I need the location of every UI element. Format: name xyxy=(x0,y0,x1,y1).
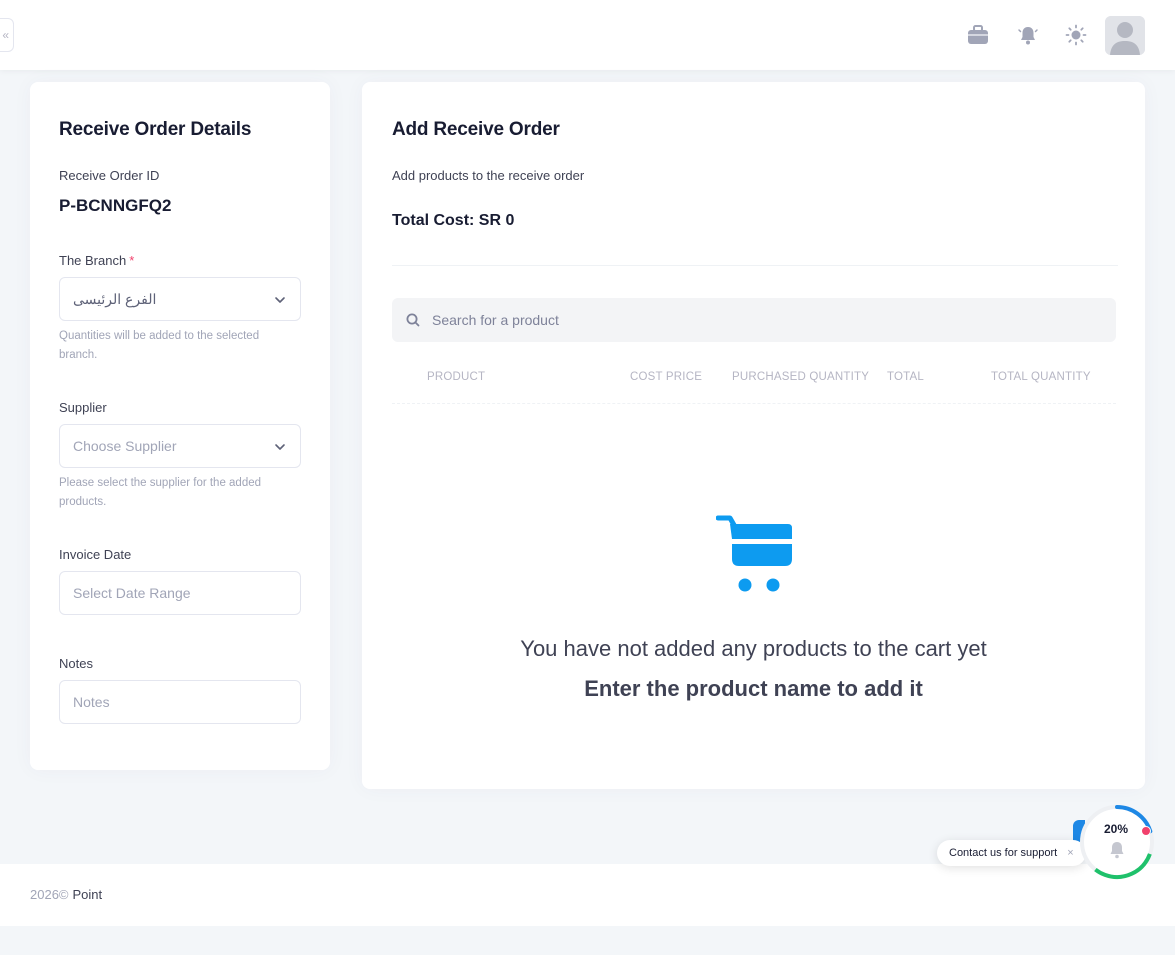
sun-icon[interactable] xyxy=(1063,22,1089,48)
notes-field[interactable]: Notes xyxy=(59,680,301,724)
contact-support-label: Contact us for support xyxy=(949,847,1058,859)
chevron-down-icon xyxy=(274,293,286,309)
footer xyxy=(0,864,1175,926)
shopping-cart-icon xyxy=(715,515,794,598)
support-progress-percent: 20% xyxy=(1103,822,1129,836)
bell-icon[interactable] xyxy=(1015,22,1041,48)
footer-year: 2026© xyxy=(30,887,69,902)
sidebar-toggle-button[interactable]: « xyxy=(0,18,14,52)
divider xyxy=(392,265,1118,266)
supplier-hint: Please select the supplier for the added… xyxy=(59,477,262,508)
briefcase-icon[interactable] xyxy=(965,22,991,48)
column-header-purchased-quantity: PURCHASED QUANTITY xyxy=(732,371,870,383)
required-marker: * xyxy=(129,253,135,268)
contact-support-tooltip[interactable]: Contact us for support × xyxy=(937,840,1086,866)
order-id-value: P-BCNNGFQ2 xyxy=(59,196,172,215)
column-header-cost-price: COST PRICE xyxy=(630,371,703,383)
total-cost: Total Cost: SR 0 xyxy=(392,212,515,229)
empty-cart-cta: Enter the product name to add it xyxy=(584,676,923,701)
collapse-icon: « xyxy=(2,28,9,42)
order-subtitle: Add products to the receive order xyxy=(392,168,585,183)
empty-cart-message: You have not added any products to the c… xyxy=(520,636,987,661)
top-header: « xyxy=(0,0,1175,70)
search-icon xyxy=(406,313,420,332)
details-title: Receive Order Details xyxy=(59,119,252,140)
branch-select[interactable]: الفرع الرئيسى xyxy=(59,277,301,321)
column-header-total-quantity: TOTAL QUANTITY xyxy=(991,371,1091,383)
product-search-input[interactable]: Search for a product xyxy=(392,298,1116,342)
branch-hint: Quantities will be added to the selected… xyxy=(59,330,260,361)
close-icon[interactable]: × xyxy=(1067,847,1073,859)
notes-label: Notes xyxy=(59,656,93,671)
support-progress-widget[interactable] xyxy=(1078,803,1156,881)
chevron-down-icon xyxy=(274,440,286,456)
supplier-select[interactable]: Choose Supplier xyxy=(59,424,301,468)
search-placeholder: Search for a product xyxy=(432,312,559,328)
branch-label: The Branch * xyxy=(59,253,134,268)
invoice-date-placeholder: Select Date Range xyxy=(73,585,191,601)
branch-label-text: The Branch xyxy=(59,253,127,268)
branch-select-value: الفرع الرئيسى xyxy=(73,290,157,307)
column-header-product: PRODUCT xyxy=(427,371,486,383)
supplier-select-placeholder: Choose Supplier xyxy=(73,438,177,454)
avatar[interactable] xyxy=(1105,16,1145,55)
column-header-total: TOTAL xyxy=(887,371,924,383)
notes-placeholder: Notes xyxy=(73,694,110,710)
order-title: Add Receive Order xyxy=(392,119,560,140)
table-divider xyxy=(392,403,1116,404)
footer-brand-link[interactable]: Point xyxy=(73,887,103,902)
invoice-date-field[interactable]: Select Date Range xyxy=(59,571,301,615)
notification-dot xyxy=(1141,826,1151,836)
invoice-date-label: Invoice Date xyxy=(59,547,132,562)
order-id-label: Receive Order ID xyxy=(59,168,160,183)
footer-copyright: 2026© Point xyxy=(30,887,102,902)
supplier-label: Supplier xyxy=(59,400,107,415)
